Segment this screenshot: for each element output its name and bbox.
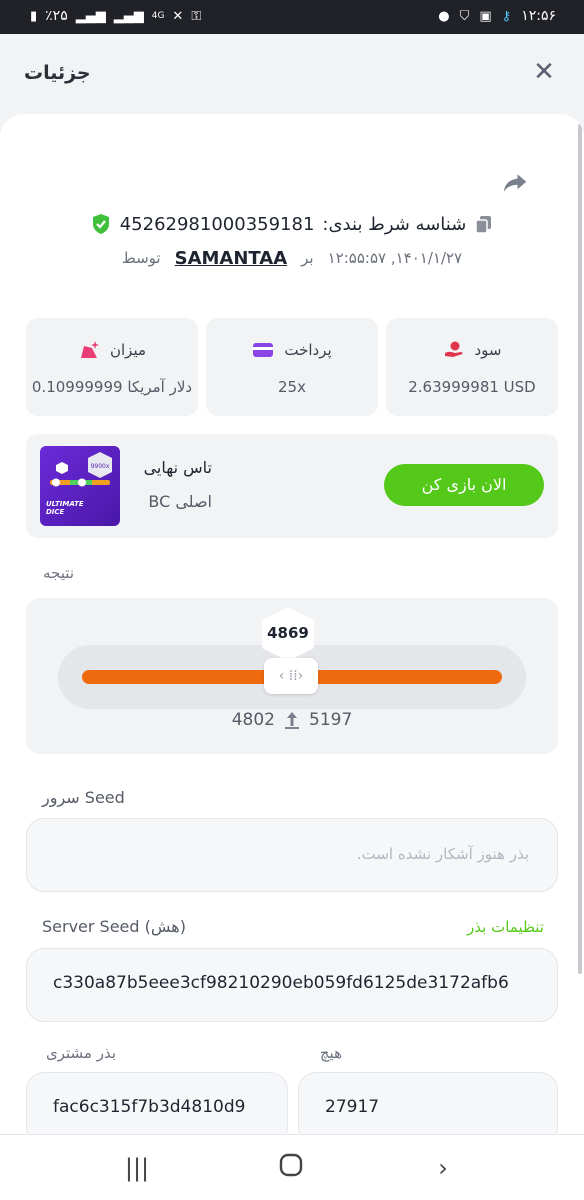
back-button[interactable]: › [428,1153,458,1183]
dot-icon: ● [438,8,450,24]
stat-profit-head: سود [386,340,558,360]
close-button[interactable]: ✕ [530,58,558,86]
by-label: توسط [121,249,161,267]
dice-art-icon: 9900x [50,452,112,487]
on-label: بر [301,249,314,267]
server-seed-hash-suffix: (هش) [144,917,186,936]
bet-id-value: 45262981000359181 [119,213,315,235]
seed-settings-link[interactable]: تنظیمات بذر [467,918,544,936]
battery-icon: ▮ [30,8,38,24]
bet-meta-row: ۱۴۰۱/۱/۲۷, ۱۲:۵۵:۵۷ بر SAMANTAA توسط [0,244,584,272]
server-seed-label-rtl: سرور [42,788,80,807]
bet-id-row: شناسه شرط بندی: 45262981000359181 [0,209,584,239]
close-icon: ✕ [533,57,555,87]
server-seed-field[interactable]: بذر هنوز آشکار نشده است. [26,818,558,892]
system-nav-bar: ||| › [0,1134,584,1200]
copy-icon[interactable] [474,214,494,234]
battery-level: ٪۲۵ [45,8,68,24]
range-row: 4802 5197 [26,710,558,730]
home-button[interactable] [276,1153,306,1183]
vpn-key-icon: ⚿ [191,8,202,24]
client-seed-label: بذر مشتری [45,1044,116,1062]
home-icon [279,1153,303,1177]
details-panel: شناسه شرط بندی: 45262981000359181 ۱۴۰۱/۱… [0,114,584,1134]
stat-payout-value: 25x [278,378,306,396]
signal-icon-2: ▂▄▆ [113,8,144,24]
stat-payout: پرداخت 25x [206,318,378,416]
server-seed-hash-label-main: Server Seed [42,917,140,936]
stat-amount-head: میزان [26,340,198,360]
back-chevron-icon: › [438,1154,448,1182]
stats-row: سود 2.63999981 USD پرداخت 25x میزان دلار… [26,318,558,416]
result-card: 4869 ‹ ⁞⁞› 4802 5197 [26,598,558,754]
server-seed-hash-label: Server Seed (هش) [42,917,186,936]
stat-amount-label: میزان [109,341,147,359]
game-card: الان بازی کن تاس نهایی اصلی BC 9900x ULT… [26,434,558,538]
image-icon: ▣ [479,8,492,24]
stat-payout-head: پرداخت [206,340,378,360]
thumb-title: ULTIMATE DICE [46,500,84,516]
recents-icon: ||| [124,1154,150,1182]
server-seed-hash-field[interactable]: c330a87b5eee3cf98210290eb059fd6125de3172… [26,948,558,1022]
share-icon[interactable] [500,168,530,198]
server-seed-placeholder: بذر هنوز آشکار نشده است. [356,845,529,863]
page-title: جزئیات [24,62,91,84]
key-icon: ⚷ [501,8,512,24]
status-bar: ▮ ٪۲۵ ▂▄▆ ▂▄▆ 4G ✕ ⚿ ● ⛉ ▣ ⚷ ۱۲:۵۶ [0,0,584,34]
server-seed-hash-value: c330a87b5eee3cf98210290eb059fd6125de3172… [53,973,509,993]
game-thumbnail[interactable]: 9900x ULTIMATE DICE [40,446,120,526]
bet-date: ۱۴۰۱/۱/۲۷, ۱۲:۵۵:۵۷ [327,249,463,267]
stat-amount-value: دلار آمریکا 0.10999999 [31,378,193,396]
stat-profit-value: 2.63999981 USD [408,378,536,396]
stat-payout-label: پرداخت [284,341,332,359]
signal-icon: ▂▄▆ [75,8,106,24]
nonce-value: 27917 [325,1097,380,1117]
network-type: 4G [151,11,165,21]
status-left: ▮ ٪۲۵ ▂▄▆ ▂▄▆ 4G ✕ ⚿ [30,8,201,24]
status-right: ● ⛉ ▣ ⚷ ۱۲:۵۶ [438,8,556,24]
stat-profit-label: سود [474,341,502,359]
shield-icon: ⛉ [459,8,470,24]
server-seed-label: سرور Seed [42,788,125,807]
client-seed-field[interactable]: fac6c315f7b3d4810d9 [26,1072,288,1134]
recents-button[interactable]: ||| [122,1153,152,1183]
mute-icon: ✕ [172,8,184,24]
result-label: نتیجه [43,564,74,582]
game-name: تاس نهایی [143,458,212,477]
range-low: 4802 [231,710,275,730]
header: جزئیات ✕ [0,34,584,114]
nonce-field[interactable]: 27917 [298,1072,558,1134]
stat-amount: میزان دلار آمریکا 0.10999999 [26,318,198,416]
stat-profit: سود 2.63999981 USD [386,318,558,416]
play-now-button[interactable]: الان بازی کن [384,464,544,506]
username-link[interactable]: SAMANTAA [175,248,288,269]
verified-shield-icon [92,214,109,234]
game-provider: اصلی BC [148,492,212,511]
client-seed-value: fac6c315f7b3d4810d9 [53,1097,246,1117]
slider-handle[interactable]: ‹ ⁞⁞› [264,658,318,694]
arrow-up-icon [285,712,299,729]
card-icon [253,343,274,357]
slider-handle-icon: ‹ ⁞⁞› [278,668,304,684]
bet-id-label: شناسه شرط بندی: [322,213,467,235]
clock: ۱۲:۵۶ [521,8,556,24]
nonce-label: هیچ [319,1044,342,1062]
result-value: 4869 [267,624,309,642]
server-seed-label-ltr: Seed [84,788,125,807]
range-high: 5197 [309,710,353,730]
profit-hand-icon [444,341,462,357]
thumb-badge: 9900x [91,463,110,470]
amount-sparkle-icon [80,341,99,358]
